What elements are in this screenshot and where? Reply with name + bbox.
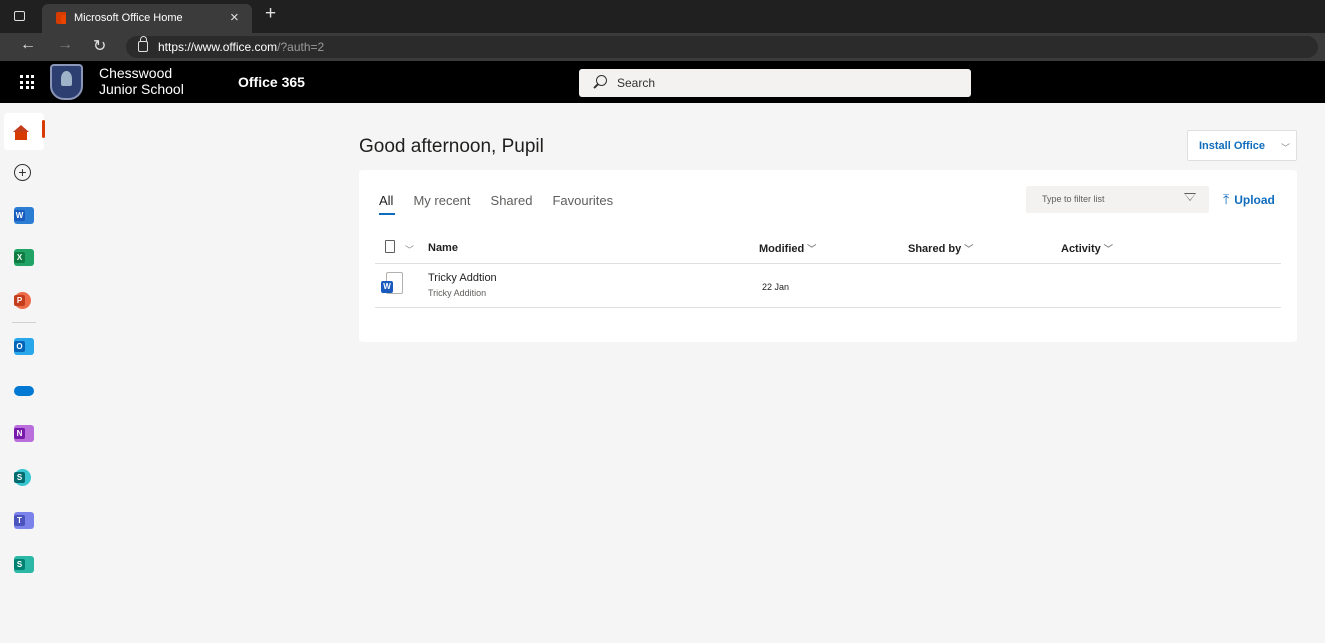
forward-icon[interactable]: → xyxy=(57,36,73,54)
file-type-icon[interactable] xyxy=(385,240,395,253)
browser-tab-bar: Microsoft Office Home × + xyxy=(0,0,1325,33)
app-rail: + W X P O N S T S xyxy=(0,103,48,643)
column-header-modified[interactable]: Modified ﹀ xyxy=(759,242,816,255)
greeting-title: Good afternoon, Pupil xyxy=(359,136,544,157)
install-office-button[interactable]: Install Office ﹀ xyxy=(1187,130,1297,161)
search-icon xyxy=(596,75,607,86)
search-input[interactable]: Search xyxy=(579,69,971,97)
back-icon[interactable]: ← xyxy=(20,36,36,54)
rail-item-home[interactable] xyxy=(4,113,44,150)
file-modified: 22 Jan xyxy=(762,282,790,292)
product-name[interactable]: Office 365 xyxy=(238,74,305,90)
selected-indicator xyxy=(42,120,45,138)
url-text: https://www.office.com/?auth=2 xyxy=(158,40,325,54)
tab-title: Microsoft Office Home xyxy=(74,12,183,24)
close-tab-icon[interactable]: × xyxy=(230,9,239,26)
column-header-name[interactable]: Name xyxy=(428,242,458,254)
file-name[interactable]: Tricky Addtion xyxy=(428,272,497,284)
school-name[interactable]: Chesswood Junior School xyxy=(99,65,184,97)
filter-input[interactable]: Type to filter list xyxy=(1026,186,1209,213)
teams-icon[interactable]: T xyxy=(14,512,34,529)
sway-icon[interactable]: S xyxy=(14,556,34,573)
tab-favourites[interactable]: Favourites xyxy=(552,193,613,208)
row-divider xyxy=(375,307,1281,308)
file-tabs: All My recent Shared Favourites xyxy=(379,193,613,215)
office-favicon-icon xyxy=(56,12,66,24)
tab-all[interactable]: All xyxy=(379,193,396,215)
onedrive-icon[interactable] xyxy=(14,386,34,396)
files-card: All My recent Shared Favourites Type to … xyxy=(359,170,1297,342)
onenote-icon[interactable]: N xyxy=(14,425,34,442)
word-document-icon[interactable]: W xyxy=(381,272,404,297)
outlook-icon[interactable]: O xyxy=(14,338,34,355)
tab-shared[interactable]: Shared xyxy=(491,193,533,208)
rail-divider xyxy=(12,322,36,323)
upload-button[interactable]: ⤒ Upload xyxy=(1223,191,1275,208)
browser-tab[interactable]: Microsoft Office Home × xyxy=(42,4,252,33)
create-plus-icon[interactable]: + xyxy=(14,164,31,181)
filter-icon[interactable] xyxy=(1184,193,1196,201)
tab-my-recent[interactable]: My recent xyxy=(413,193,470,208)
chevron-down-icon[interactable]: ﹀ xyxy=(405,243,414,256)
word-icon[interactable]: W xyxy=(14,207,34,224)
school-crest-logo xyxy=(50,64,83,100)
excel-icon[interactable]: X xyxy=(14,249,34,266)
chevron-down-icon: ﹀ xyxy=(1281,143,1291,153)
lock-icon[interactable] xyxy=(138,36,148,52)
new-tab-icon[interactable]: + xyxy=(265,3,276,25)
sharepoint-icon[interactable]: S xyxy=(14,469,31,486)
search-placeholder: Search xyxy=(617,76,656,90)
column-header-shared-by[interactable]: Shared by ﹀ xyxy=(908,242,973,255)
home-icon xyxy=(13,125,29,140)
url-field[interactable]: https://www.office.com/?auth=2 xyxy=(126,36,1318,58)
upload-arrow-icon: ⤒ xyxy=(1223,191,1230,207)
app-launcher-icon[interactable] xyxy=(20,75,34,89)
office-header: Chesswood Junior School Office 365 Searc… xyxy=(0,61,1325,103)
header-divider xyxy=(375,263,1281,264)
tab-actions-icon[interactable] xyxy=(14,11,25,21)
file-location: Tricky Addition xyxy=(428,288,487,298)
column-header-activity[interactable]: Activity ﹀ xyxy=(1061,242,1113,255)
browser-address-bar: ← → ↻ https://www.office.com/?auth=2 xyxy=(0,33,1325,61)
powerpoint-icon[interactable]: P xyxy=(14,292,31,309)
refresh-icon[interactable]: ↻ xyxy=(93,36,106,56)
